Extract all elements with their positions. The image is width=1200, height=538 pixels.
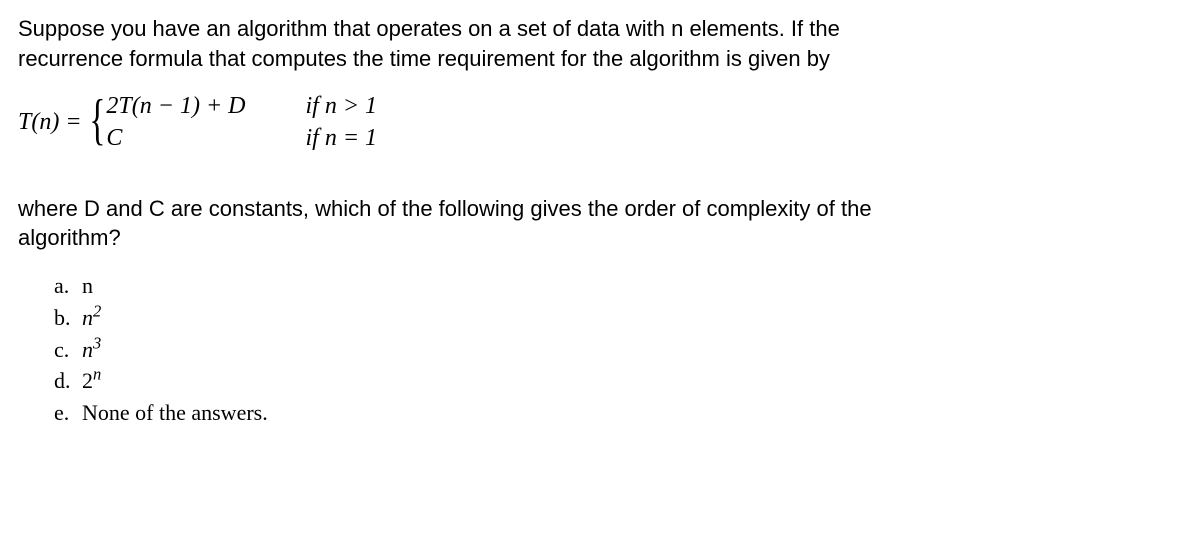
option-label: e. xyxy=(54,398,82,428)
intro-line-1: Suppose you have an algorithm that opera… xyxy=(18,16,840,41)
intro-line-2: recurrence formula that computes the tim… xyxy=(18,46,830,71)
option-d[interactable]: d. 2n xyxy=(54,366,1182,396)
option-text: n xyxy=(82,271,93,301)
option-text: n2 xyxy=(82,303,101,333)
case2-expression: C xyxy=(106,123,245,154)
case2-condition: if n = 1 xyxy=(305,123,377,154)
option-label: b. xyxy=(54,303,82,333)
option-label: a. xyxy=(54,271,82,301)
option-a[interactable]: a. n xyxy=(54,271,1182,301)
question-line-1: where D and C are constants, which of th… xyxy=(18,196,872,221)
option-text: n3 xyxy=(82,335,101,365)
question-paragraph: where D and C are constants, which of th… xyxy=(18,194,1182,253)
option-label: c. xyxy=(54,335,82,365)
formula-expressions: 2T(n − 1) + D C xyxy=(106,91,245,153)
option-c[interactable]: c. n3 xyxy=(54,335,1182,365)
option-text: None of the answers. xyxy=(82,398,268,428)
option-e[interactable]: e. None of the answers. xyxy=(54,398,1182,428)
question-line-2: algorithm? xyxy=(18,225,121,250)
intro-paragraph: Suppose you have an algorithm that opera… xyxy=(18,14,1182,73)
answer-options: a. n b. n2 c. n3 d. 2n e. None of the an… xyxy=(18,271,1182,427)
brace-icon: { xyxy=(89,95,105,145)
option-label: d. xyxy=(54,366,82,396)
formula-conditions: if n > 1 if n = 1 xyxy=(305,91,377,153)
option-text: 2n xyxy=(82,366,101,396)
option-b[interactable]: b. n2 xyxy=(54,303,1182,333)
formula-lhs: T(n) = xyxy=(18,106,82,138)
case1-expression: 2T(n − 1) + D xyxy=(106,91,245,122)
recurrence-formula: T(n) = { 2T(n − 1) + D C if n > 1 if n =… xyxy=(18,91,1182,153)
case1-condition: if n > 1 xyxy=(305,91,377,122)
